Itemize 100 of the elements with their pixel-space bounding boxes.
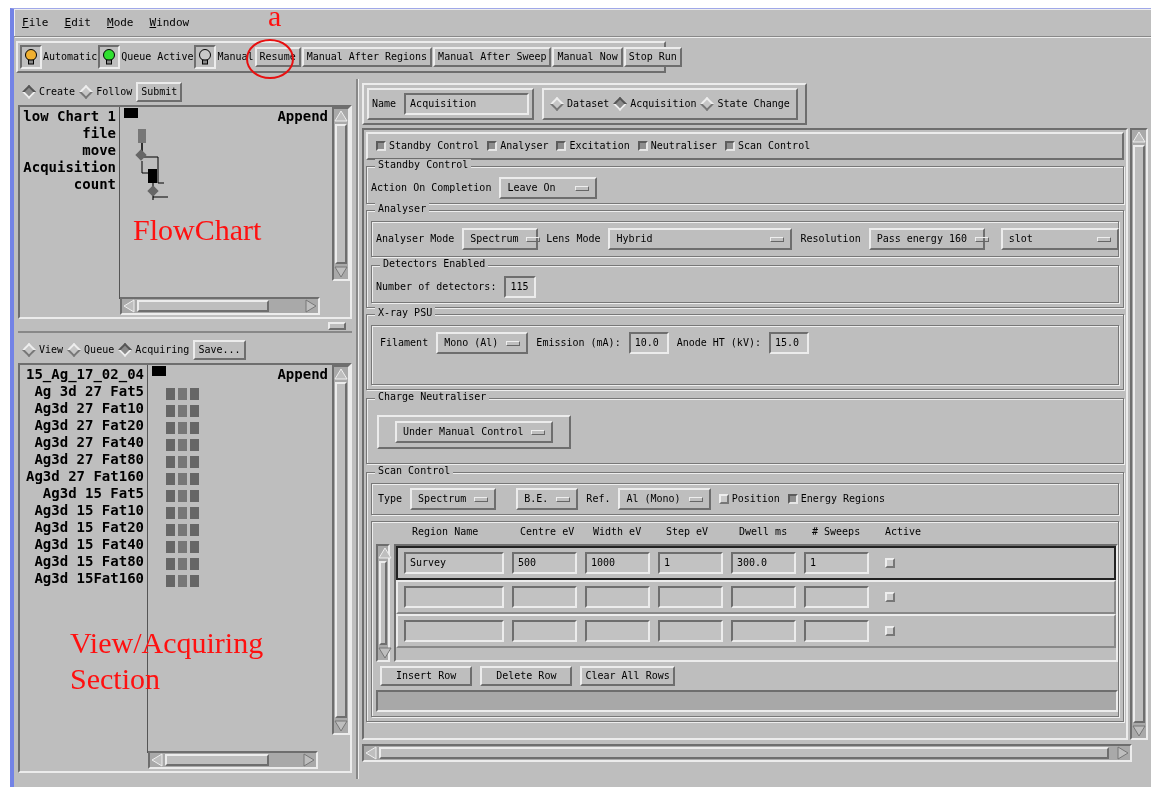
dropdown[interactable]: Under Manual Control <box>395 421 554 443</box>
list-item[interactable]: Ag3d 27 Fat20 <box>34 417 144 434</box>
checkbox-option[interactable]: Energy Regions <box>787 493 886 505</box>
input-field[interactable] <box>731 586 796 608</box>
input-field[interactable] <box>404 586 504 608</box>
column-header: # Sweeps <box>812 526 862 538</box>
scroll-thumb[interactable] <box>335 382 347 718</box>
radio-option[interactable]: Acquisition <box>613 98 697 110</box>
checkbox[interactable] <box>885 626 895 636</box>
section-toggle[interactable]: Standby Control <box>376 140 480 152</box>
input-field[interactable]: 300.0 <box>731 552 796 574</box>
save-button[interactable]: Save... <box>193 340 246 360</box>
input-field[interactable]: 1 <box>804 552 869 574</box>
list-item[interactable]: Ag3d 27 Fat10 <box>34 400 144 417</box>
up-arrow-icon <box>334 367 348 381</box>
toolbar-button[interactable]: Manual After Sweep <box>433 47 552 67</box>
list-item[interactable]: Ag 3d 27 Fat5 <box>34 383 144 400</box>
input-field[interactable] <box>585 620 650 642</box>
scrollbar[interactable] <box>148 751 318 769</box>
list-item[interactable]: Ag3d 15 Fat20 <box>34 519 144 536</box>
flowchart-label: Acquisition <box>23 159 116 176</box>
checkbox[interactable] <box>885 558 895 568</box>
input-field[interactable]: 10.0 <box>628 332 669 354</box>
row-button[interactable]: Clear All Rows <box>580 666 675 686</box>
scroll-thumb[interactable] <box>1133 145 1145 723</box>
radio-option[interactable]: State Change <box>700 98 790 110</box>
section-toggle[interactable]: Excitation <box>556 140 630 152</box>
list-item[interactable]: 15_Ag_17_02_04 <box>26 366 144 383</box>
input-field[interactable] <box>512 586 577 608</box>
input-field[interactable] <box>512 620 577 642</box>
list-item[interactable]: Ag3d 15 Fat40 <box>34 536 144 553</box>
field-label: Emission (mA): <box>536 337 621 349</box>
checkbox[interactable] <box>885 592 895 602</box>
section-toggle[interactable]: Scan Control <box>724 140 811 152</box>
toolbar-button[interactable]: Stop Run <box>623 47 682 67</box>
list-item[interactable]: Ag3d 27 Fat160 <box>26 468 144 485</box>
dropdown[interactable]: slot <box>1000 228 1119 250</box>
name-field[interactable]: Acquisition <box>404 93 530 115</box>
scrollbar[interactable] <box>120 297 320 315</box>
list-item[interactable]: Ag3d 27 Fat40 <box>34 434 144 451</box>
list-item[interactable]: Ag3d 15Fat160 <box>34 570 144 587</box>
sash-handle[interactable] <box>328 322 346 330</box>
scrollbar[interactable] <box>362 744 1132 762</box>
radio-option[interactable]: Queue <box>67 344 115 356</box>
input-field[interactable] <box>804 586 869 608</box>
input-field[interactable]: 115 <box>504 276 537 298</box>
checkbox-option[interactable]: Position <box>718 493 780 505</box>
dropdown[interactable]: Spectrum <box>410 488 497 510</box>
list-item[interactable]: Ag3d 15 Fat10 <box>34 502 144 519</box>
column-header: Region Name <box>412 526 480 538</box>
scrollbar[interactable] <box>332 107 350 281</box>
input-field[interactable] <box>658 586 723 608</box>
section-toggle[interactable]: Analyser <box>487 140 549 152</box>
dropdown[interactable]: Mono (Al) <box>436 332 529 354</box>
menu-item[interactable]: Edit <box>64 15 91 30</box>
scroll-thumb[interactable] <box>137 300 269 312</box>
menu-item[interactable]: File <box>22 15 49 30</box>
input-field[interactable] <box>658 620 723 642</box>
toolbar-button[interactable]: Manual Now <box>552 47 623 67</box>
table-row[interactable]: Survey 500 1000 1 300.0 1 <box>396 546 1116 580</box>
menu-item[interactable]: Mode <box>107 15 134 30</box>
radio-option[interactable]: Follow <box>79 86 133 98</box>
row-button[interactable]: Insert Row <box>380 666 473 686</box>
scrollbar[interactable] <box>376 544 390 662</box>
input-field[interactable]: Survey <box>404 552 504 574</box>
input-field[interactable]: 1000 <box>585 552 650 574</box>
dropdown[interactable]: Al (Mono) <box>618 488 711 510</box>
input-field[interactable]: 1 <box>658 552 723 574</box>
list-item[interactable]: Ag3d 15 Fat5 <box>42 485 144 502</box>
list-item[interactable]: Ag3d 15 Fat80 <box>34 553 144 570</box>
input-field[interactable]: 15.0 <box>768 332 809 354</box>
scrollbar[interactable] <box>1130 128 1148 740</box>
input-field[interactable] <box>804 620 869 642</box>
radio-option[interactable]: Create <box>22 86 76 98</box>
dropdown[interactable]: Leave On <box>499 177 598 199</box>
dropdown[interactable]: B.E. <box>516 488 579 510</box>
input-field[interactable]: 500 <box>512 552 577 574</box>
input-field[interactable] <box>731 620 796 642</box>
left-arrow-icon <box>364 746 378 760</box>
radio-option[interactable]: Dataset <box>550 98 610 110</box>
field-label: Analyser Mode <box>376 233 455 245</box>
dropdown[interactable]: Spectrum <box>462 228 539 250</box>
submit-button[interactable]: Submit <box>136 82 183 102</box>
scroll-thumb[interactable] <box>335 124 347 264</box>
table-row[interactable] <box>396 580 1116 614</box>
radio-option[interactable]: Acquiring <box>118 344 190 356</box>
dropdown[interactable]: Hybrid <box>608 228 793 250</box>
toolbar-button[interactable]: Manual After Regions <box>301 47 433 67</box>
input-field[interactable] <box>585 586 650 608</box>
menu-item[interactable]: Window <box>149 15 190 30</box>
scroll-thumb[interactable] <box>165 754 269 766</box>
table-row[interactable] <box>396 614 1116 648</box>
input-field[interactable] <box>404 620 504 642</box>
row-button[interactable]: Delete Row <box>480 666 573 686</box>
section-toggle[interactable]: Neutraliser <box>637 140 717 152</box>
scroll-thumb[interactable] <box>379 561 387 645</box>
list-item[interactable]: Ag3d 27 Fat80 <box>34 451 144 468</box>
scroll-thumb[interactable] <box>379 747 1109 759</box>
append-label: Append <box>277 366 328 383</box>
scrollbar[interactable] <box>332 365 350 735</box>
